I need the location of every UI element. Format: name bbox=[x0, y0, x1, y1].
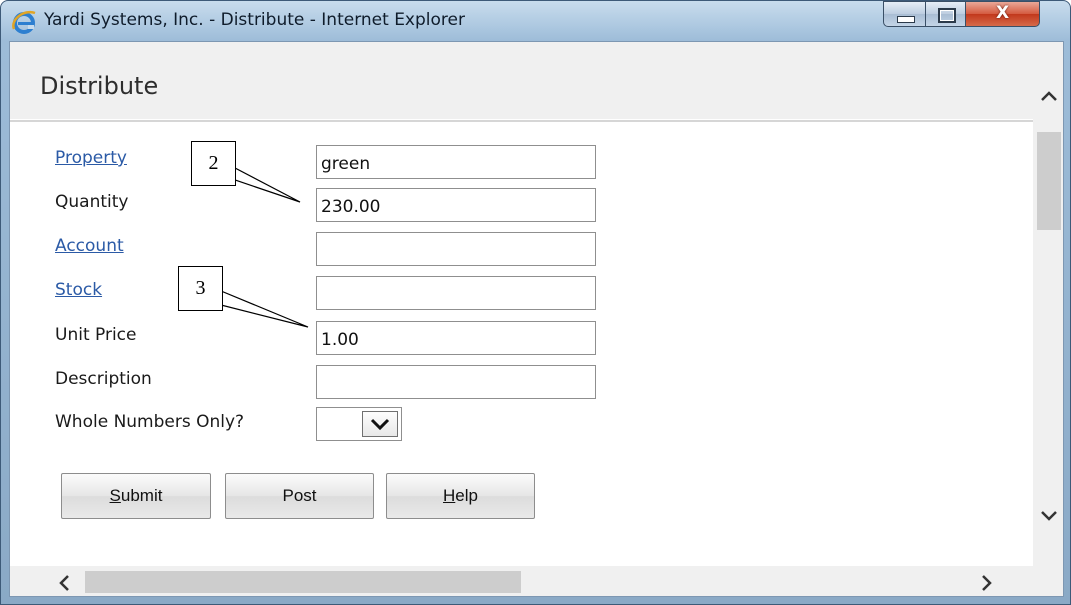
callout-leaders bbox=[220, 167, 309, 328]
callout-3: 3 bbox=[178, 266, 223, 311]
callout-2: 2 bbox=[191, 141, 236, 186]
